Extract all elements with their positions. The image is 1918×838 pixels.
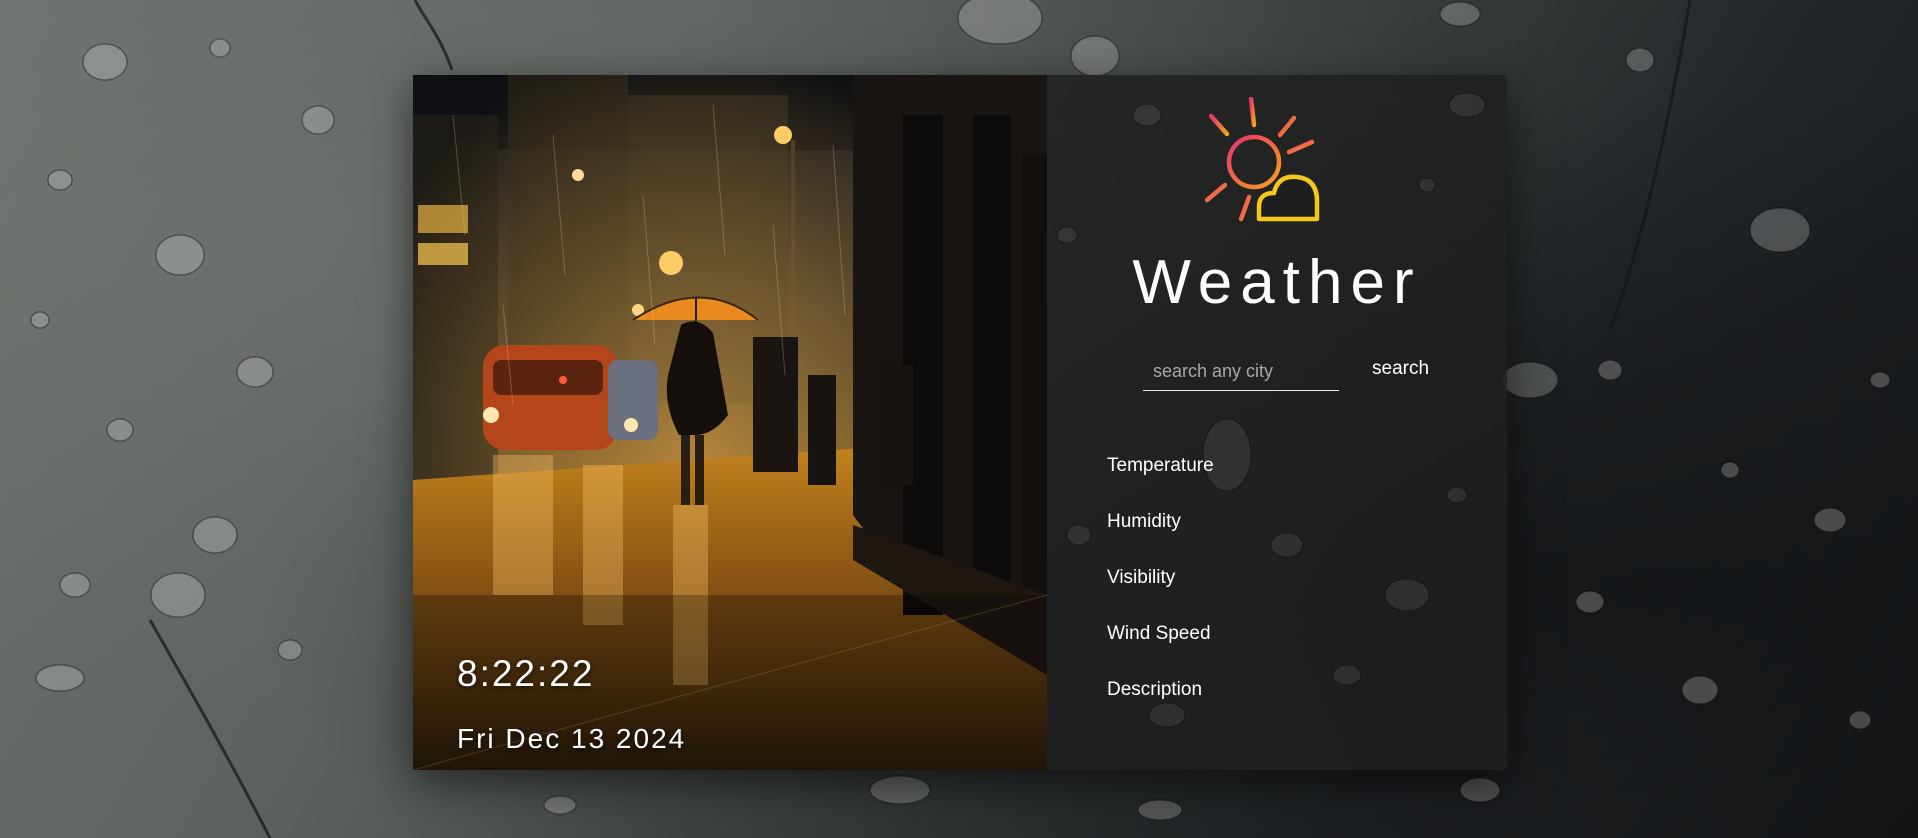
weather-card: 8:22:22 Fri Dec 13 2024 Weather search a… bbox=[413, 75, 1507, 770]
app-title: Weather bbox=[1132, 248, 1422, 317]
city-search-input[interactable] bbox=[1143, 353, 1339, 391]
search-button[interactable]: search bbox=[1372, 358, 1429, 380]
wind-speed-label: Wind Speed bbox=[1107, 623, 1211, 644]
weather-panel: Weather search Temperature Humidity Visi… bbox=[1047, 75, 1507, 770]
description-label: Description bbox=[1107, 679, 1203, 700]
rainy-street-photo: 8:22:22 Fri Dec 13 2024 bbox=[413, 75, 1047, 770]
visibility-label: Visibility bbox=[1107, 567, 1176, 588]
current-date: Fri Dec 13 2024 bbox=[457, 723, 687, 754]
current-time: 8:22:22 bbox=[457, 653, 595, 694]
temperature-label: Temperature bbox=[1107, 455, 1214, 476]
sun-cloud-icon bbox=[1194, 97, 1320, 222]
humidity-label: Humidity bbox=[1107, 511, 1181, 532]
